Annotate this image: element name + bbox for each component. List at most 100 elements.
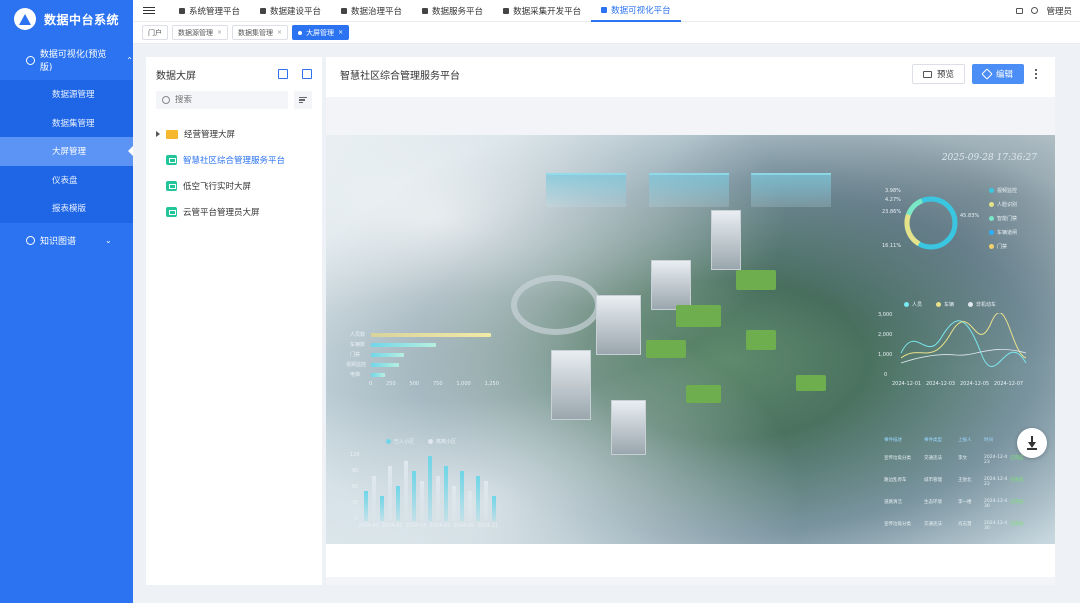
sidebar-item-screen-management[interactable]: 大屏管理 [0, 137, 133, 166]
more-icon[interactable] [1031, 69, 1041, 79]
legend-label: 人员 [912, 302, 923, 308]
tab-data-governance[interactable]: 数据治理平台 [331, 0, 412, 22]
vbar [484, 481, 488, 521]
menu-toggle-icon[interactable] [143, 6, 155, 15]
y-tick: 30 [352, 500, 359, 506]
sidebar-item-report-template[interactable]: 报表模版 [0, 194, 133, 223]
table-cell: 李一楼 [958, 500, 972, 505]
lock-icon[interactable] [1016, 7, 1024, 14]
download-base-icon [1027, 448, 1037, 450]
building [651, 260, 691, 310]
legend-item: 车辆道闸 [989, 229, 1017, 236]
top-nav: 系统管理平台 数据建设平台 数据治理平台 数据服务平台 数据采集开发平台 数据可… [133, 0, 1080, 22]
tree-folder-label: 经营管理大屏 [184, 130, 236, 140]
y-tick: 1,000 [878, 352, 893, 358]
legend-item: 离离小区 [428, 438, 456, 445]
close-icon[interactable]: × [338, 29, 343, 36]
add-folder-icon[interactable] [278, 69, 288, 79]
tab-system-management[interactable]: 系统管理平台 [169, 0, 250, 22]
y-tick: 0 [354, 516, 358, 522]
menu-group-knowledge-graph[interactable]: 知识图谱 ⌄ [0, 225, 133, 257]
table-cell: 生态环境 [924, 500, 942, 505]
download-button[interactable] [1017, 428, 1047, 458]
sidebar-item-dataset[interactable]: 数据集管理 [0, 109, 133, 138]
tab-data-service[interactable]: 数据服务平台 [412, 0, 493, 22]
y-tick: 0 [884, 372, 888, 378]
page-tab-screen[interactable]: 大屏管理 × [292, 25, 350, 40]
vbar [388, 466, 392, 521]
donut-pct: 4.27% [885, 197, 901, 203]
legend-label: 车辆 [944, 302, 955, 308]
edit-label: 编辑 [995, 70, 1013, 80]
sidebar-item-datasource[interactable]: 数据源管理 [0, 80, 133, 109]
page-tab-dataset[interactable]: 数据集管理 × [232, 25, 289, 40]
close-icon[interactable]: × [217, 29, 222, 36]
legend-label: 智能门禁 [997, 216, 1018, 222]
x-tick: 2024-05 [405, 523, 427, 529]
tree-item-label: 智慧社区综合管理服务平台 [183, 156, 286, 166]
x-tick: 500 [409, 381, 420, 387]
close-icon[interactable]: × [277, 29, 282, 36]
tree-folder[interactable]: 经营管理大屏 [146, 121, 322, 147]
sidebar-item-label: 数据源管理 [52, 90, 95, 101]
legend-item: 已入小区 [386, 438, 414, 445]
legend-label: 人脸识别 [997, 202, 1018, 208]
column-header: 事件描述 [884, 438, 902, 443]
green-roof [796, 375, 826, 391]
green-roof [646, 340, 686, 358]
tab-data-visualization[interactable]: 数据可视化平台 [591, 0, 681, 22]
vbar [436, 476, 440, 521]
table-cell: 交通违法 [924, 456, 942, 461]
search-box [156, 91, 288, 109]
legend-label: 非机动车 [976, 302, 997, 308]
hbar-label: 门禁 [350, 352, 361, 358]
donut-legend: 视频监控 人脸识别 智能门禁 车辆道闸 门禁 [989, 187, 1017, 250]
sort-button[interactable] [294, 91, 312, 109]
chevron-up-icon: ⌃ [126, 55, 133, 65]
preview-button[interactable]: 预览 [911, 64, 965, 84]
gear-icon [179, 7, 185, 14]
power-icon[interactable] [1031, 7, 1039, 14]
search-input[interactable] [175, 95, 265, 105]
tab-data-collection[interactable]: 数据采集开发平台 [493, 0, 591, 22]
menu-group-visualization[interactable]: 数据可视化(预览版) ⌃ [0, 40, 133, 80]
vbar [468, 491, 472, 521]
page-tab-datasource[interactable]: 数据源管理 × [172, 25, 229, 40]
table-cell: 2024-12-4 30 [984, 499, 1008, 509]
vbar-xticks: 2024-01 2024-03 2024-05 2024-07 2024-09 … [358, 523, 498, 529]
user-name[interactable]: 管理员 [1046, 5, 1072, 17]
stadium-shape [511, 275, 601, 335]
tree-item[interactable]: 云管平台管理员大屏 [146, 199, 322, 225]
sidebar-item-dashboard[interactable]: 仪表盘 [0, 166, 133, 195]
status-badge: 已完成 [1010, 522, 1024, 527]
legend-label: 离离小区 [436, 439, 457, 445]
hbar-xticks: 0 250 500 750 1,000 1,250 [369, 381, 499, 387]
table-cell: 道路清洁 [884, 500, 902, 505]
sidebar-item-label: 数据集管理 [52, 118, 95, 129]
add-file-icon[interactable] [302, 69, 312, 79]
x-tick: 2024-12-03 [926, 381, 956, 387]
tree-item[interactable]: 智慧社区综合管理服务平台 [146, 147, 322, 173]
page-tab-label: 数据集管理 [238, 28, 274, 37]
hbar-label: 人员数 [350, 332, 366, 338]
page-tab-portal[interactable]: 门户 [142, 25, 168, 40]
vbar [396, 486, 400, 521]
table-cell: 路边乱停车 [884, 478, 907, 483]
hbar [371, 343, 436, 347]
hbar [371, 333, 491, 337]
active-dot-icon [298, 30, 303, 35]
tree-item[interactable]: 低空飞行实时大屏 [146, 173, 322, 199]
search-row [146, 91, 322, 109]
screen-tree: 经营管理大屏 智慧社区综合管理服务平台 低空飞行实时大屏 云管平台管理员大屏 [146, 121, 322, 225]
status-badge: 已完成 [1010, 500, 1024, 505]
x-tick: 2024-12-07 [994, 381, 1024, 387]
tab-data-build[interactable]: 数据建设平台 [250, 0, 331, 22]
shield-icon [341, 7, 348, 14]
hbar [371, 373, 385, 377]
building [596, 295, 641, 355]
graph-icon [26, 236, 35, 245]
legend-item: 门禁 [989, 243, 1017, 250]
edit-button[interactable]: 编辑 [971, 64, 1024, 84]
tab-label: 数据可视化平台 [611, 5, 671, 16]
caret-right-icon[interactable] [156, 131, 160, 137]
